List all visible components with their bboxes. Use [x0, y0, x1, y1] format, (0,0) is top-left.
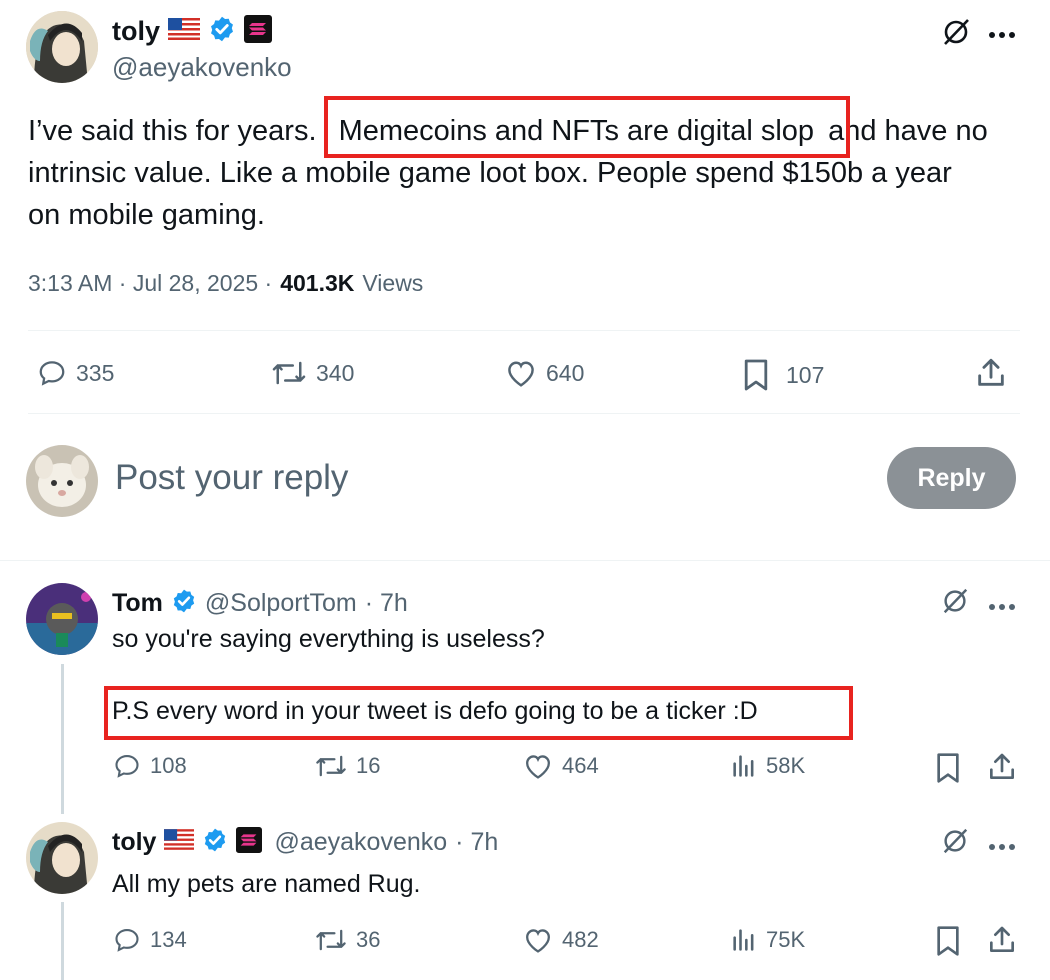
reply-author-handle[interactable]: @aeyakovenko [274, 828, 447, 857]
reply-text: P.S every word in your tweet is defo goi… [112, 697, 758, 725]
reply-count: 108 [150, 753, 187, 778]
reply-author-name[interactable]: Tom [112, 589, 163, 618]
views-button[interactable]: 75K [730, 926, 805, 954]
repost-count: 16 [356, 753, 381, 778]
divider [28, 330, 1020, 331]
like-button[interactable]: 640 [504, 358, 584, 388]
like-count: 640 [546, 359, 585, 386]
divider [28, 413, 1020, 414]
reply-avatar[interactable] [26, 822, 98, 894]
repost-button[interactable]: 340 [270, 358, 354, 388]
reply-input[interactable]: Post your reply [115, 458, 348, 498]
reply-icon [115, 755, 139, 778]
verified-badge-icon[interactable] [208, 15, 236, 48]
thread-line [61, 664, 64, 814]
views-count: 401.3K [280, 270, 355, 296]
more-options-icon[interactable] [988, 598, 1016, 616]
grok-icon[interactable] [940, 826, 970, 861]
post-timestamp[interactable]: 3:13 AM · Jul 28, 2025 · [28, 270, 272, 297]
repost-icon [316, 929, 346, 951]
avatar[interactable] [26, 11, 98, 83]
like-count: 464 [562, 753, 599, 778]
bookmark-button[interactable]: 107 [742, 358, 824, 392]
heart-icon [526, 929, 550, 953]
us-flag-icon [168, 17, 201, 45]
reply-button-label: Reply [917, 463, 986, 492]
share-icon[interactable] [986, 751, 1018, 788]
share-icon[interactable] [986, 924, 1018, 961]
solana-badge-icon[interactable] [244, 14, 273, 48]
views-count: 75K [766, 927, 806, 952]
reply-text: All my pets are named Rug. [112, 870, 421, 898]
reply-author-name[interactable]: toly [112, 828, 156, 857]
heart-icon [526, 755, 550, 779]
views-button[interactable]: 58K [730, 752, 805, 780]
like-button[interactable]: 464 [522, 752, 599, 780]
reply-icon [39, 361, 65, 386]
bookmark-icon[interactable] [934, 925, 962, 962]
like-button[interactable]: 482 [522, 926, 599, 954]
reply-button[interactable]: 108 [112, 752, 187, 780]
reply-submit-button[interactable]: Reply [887, 447, 1016, 509]
more-options-icon[interactable] [988, 838, 1016, 856]
post-text-line: on mobile gaming. [28, 199, 265, 231]
reply-author-handle[interactable]: @SolportTom [205, 589, 357, 618]
post-text-part: I’ve said this for years. [28, 115, 317, 147]
divider [0, 560, 1050, 561]
grok-icon[interactable] [940, 586, 970, 621]
post-text-part: and have no [828, 115, 988, 147]
reply-button[interactable]: 335 [36, 358, 114, 388]
post-text-line: intrinsic value. Like a mobile game loot… [28, 157, 952, 189]
reply-count: 134 [150, 927, 187, 952]
reply-text: so you're saying everything is useless? [112, 625, 545, 653]
repost-button[interactable]: 16 [314, 752, 380, 780]
post-text: I’ve said this for years. Memecoins and … [28, 110, 988, 236]
views-count: 58K [766, 753, 806, 778]
verified-badge-icon[interactable] [171, 588, 197, 619]
reply-icon [115, 929, 139, 952]
reply-timestamp[interactable]: · 7h [365, 589, 408, 618]
reply-timestamp[interactable]: · 7h [455, 828, 498, 857]
bookmark-icon [744, 359, 768, 391]
analytics-icon [733, 929, 754, 951]
repost-count: 340 [316, 359, 355, 386]
analytics-icon [733, 755, 754, 777]
bookmark-count: 107 [786, 361, 825, 388]
more-options-icon[interactable] [988, 26, 1016, 44]
author-handle[interactable]: @aeyakovenko [112, 52, 292, 83]
repost-icon [272, 361, 306, 385]
reply-avatar[interactable] [26, 583, 98, 655]
author-name[interactable]: toly [112, 16, 160, 47]
post-text-highlight: Memecoins and NFTs are digital slop [338, 115, 815, 147]
bookmark-icon[interactable] [934, 752, 962, 789]
like-count: 482 [562, 927, 599, 952]
reply-count: 335 [76, 359, 115, 386]
views-label: Views [362, 270, 424, 296]
share-icon[interactable] [974, 356, 1008, 395]
thread-line [61, 902, 64, 980]
repost-icon [316, 755, 346, 777]
heart-icon [508, 361, 534, 387]
verified-badge-icon[interactable] [202, 827, 228, 858]
reply-button[interactable]: 134 [112, 926, 187, 954]
repost-button[interactable]: 36 [314, 926, 380, 954]
grok-icon[interactable] [940, 16, 972, 53]
repost-count: 36 [356, 927, 381, 952]
solana-badge-icon[interactable] [236, 826, 263, 858]
us-flag-icon [164, 829, 195, 855]
current-user-avatar[interactable] [26, 445, 98, 517]
